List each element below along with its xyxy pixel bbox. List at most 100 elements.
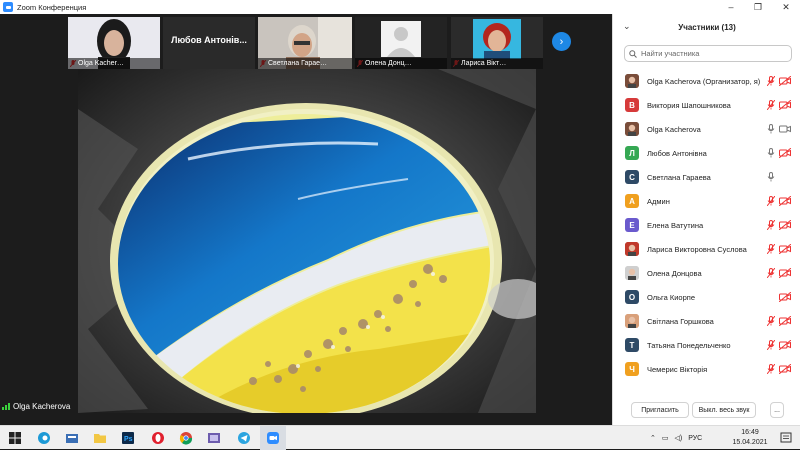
mic-icon[interactable] (767, 172, 775, 182)
participant-avatar (625, 266, 639, 280)
mic-muted-icon[interactable] (767, 196, 775, 206)
thumbnail-name: Olga Kacher… (68, 58, 160, 69)
participant-avatar (625, 242, 639, 256)
participant-row[interactable]: Л Любов Антонівна (613, 141, 800, 165)
video-off-icon[interactable] (779, 148, 791, 158)
video-off-icon[interactable] (779, 196, 791, 206)
mic-muted-icon[interactable] (767, 340, 775, 350)
video-off-icon[interactable] (779, 340, 791, 350)
participant-row[interactable]: В Виктория Шапошникова (613, 93, 800, 117)
next-page-button[interactable]: › (552, 32, 571, 51)
video-off-icon[interactable] (779, 364, 791, 374)
thumbnail-name: Светлана Гарае… (258, 58, 352, 69)
volume-icon[interactable]: ◁) (675, 434, 683, 442)
main-video (78, 69, 536, 413)
edge-icon[interactable] (36, 430, 52, 446)
mic-icon[interactable] (767, 124, 775, 134)
video-area: Olga Kacher… Любов Антонів... Светлана Г… (0, 14, 612, 425)
network-icon[interactable]: ▭ (662, 434, 669, 442)
participant-name: Татьяна Понедельченко (647, 340, 731, 350)
zoom-taskbar-icon[interactable] (265, 430, 281, 446)
participant-name: Лариса Викторовна Суслова (647, 244, 747, 254)
svg-text:Ps: Ps (124, 436, 133, 443)
participant-row[interactable]: Е Елена Ватутина (613, 213, 800, 237)
minimize-button[interactable]: – (718, 0, 744, 14)
invite-button[interactable]: Пригласить (631, 402, 689, 418)
video-off-icon[interactable] (779, 292, 791, 302)
participant-row[interactable]: Олена Донцова (613, 261, 800, 285)
windows-start-icon[interactable] (7, 430, 23, 446)
thumbnail-name: Любов Антонів... (171, 35, 247, 45)
participant-row[interactable]: А Админ (613, 189, 800, 213)
thumbnail-name: Олена Донц… (355, 58, 447, 69)
participant-name: Olga Kacherova (647, 124, 701, 134)
mic-muted-icon[interactable] (767, 76, 775, 86)
thumbnail-tile[interactable]: Лариса Вікт… (451, 17, 543, 69)
participant-row[interactable]: С Светлана Гараева (613, 165, 800, 189)
system-tray: ⌃ ▭ ◁) РУС (650, 426, 702, 450)
tray-chevron-icon[interactable]: ⌃ (650, 434, 656, 442)
taskbar-clock[interactable]: 16:49 15.04.2021 (730, 428, 770, 448)
notifications-icon[interactable] (778, 430, 794, 446)
keyboard-language[interactable]: РУС (688, 435, 702, 442)
photoshop-icon[interactable]: Ps (120, 430, 136, 446)
video-off-icon[interactable] (779, 244, 791, 254)
thumbnail-tile[interactable]: Олена Донц… (355, 17, 447, 69)
thumbnail-tile[interactable]: Любов Антонів... (163, 17, 255, 69)
restore-button[interactable]: ❐ (745, 0, 771, 14)
video-off-icon[interactable] (779, 268, 791, 278)
mic-muted-icon[interactable] (767, 244, 775, 254)
participant-avatar: Ч (625, 362, 639, 376)
telegram-icon[interactable] (236, 430, 252, 446)
avatar-initial: Л (629, 148, 635, 158)
mute-all-button[interactable]: Выкл. весь звук (692, 402, 756, 418)
window-title: Zoom Конференция (17, 2, 87, 12)
participant-row[interactable]: Т Татьяна Понедельченко (613, 333, 800, 357)
participant-name: Любов Антонівна (647, 148, 707, 158)
mic-muted-icon[interactable] (767, 316, 775, 326)
participant-name: Админ (647, 196, 670, 206)
participant-name: Olga Kacherova (Организатор, я) (647, 76, 761, 86)
thumbnail-tile[interactable]: Olga Kacher… (68, 17, 160, 69)
opera-icon[interactable] (150, 430, 166, 446)
video-off-icon[interactable] (779, 316, 791, 326)
close-button[interactable]: ✕ (773, 0, 799, 14)
panel-title: Участники (13) (678, 22, 736, 32)
task-view-icon[interactable] (64, 430, 80, 446)
participant-row[interactable]: Olga Kacherova (613, 117, 800, 141)
participant-row[interactable]: Olga Kacherova (Организатор, я) (613, 69, 800, 93)
video-off-icon[interactable] (779, 100, 791, 110)
clock-date: 15.04.2021 (732, 439, 768, 446)
participant-row[interactable]: Лариса Викторовна Суслова (613, 237, 800, 261)
participant-name: Світлана Горшкова (647, 316, 714, 326)
more-options-button[interactable]: ... (770, 402, 784, 418)
participant-avatar: Л (625, 146, 639, 160)
mic-icon[interactable] (767, 148, 775, 158)
windows-taskbar: Ps ⌃ ▭ ◁) РУС 16:49 15.04.2021 (0, 425, 800, 450)
participant-name: Чемерис Вікторія (647, 364, 708, 374)
participant-row[interactable]: О Ольга Киорпе (613, 285, 800, 309)
video-off-icon[interactable] (779, 76, 791, 86)
video-icon[interactable] (779, 124, 791, 134)
chrome-icon[interactable] (178, 430, 194, 446)
participant-row[interactable]: Світлана Горшкова (613, 309, 800, 333)
participants-panel: ⌄ Участники (13) Olga Kacherova (Организ… (612, 14, 800, 425)
participant-name: Виктория Шапошникова (647, 100, 731, 110)
title-bar: Zoom Конференция – ❐ ✕ (0, 0, 800, 14)
participant-avatar: В (625, 98, 639, 112)
video-off-icon[interactable] (779, 220, 791, 230)
file-explorer-icon[interactable] (92, 430, 108, 446)
mic-muted-icon[interactable] (767, 100, 775, 110)
mic-muted-icon[interactable] (767, 220, 775, 230)
avatar-initial: С (629, 172, 635, 182)
thumbnail-tile[interactable]: Светлана Гарае… (258, 17, 352, 69)
search-input[interactable] (641, 49, 781, 58)
media-player-icon[interactable] (206, 430, 222, 446)
mic-muted-icon[interactable] (767, 268, 775, 278)
zoom-app-icon (3, 2, 13, 12)
participant-list: Olga Kacherova (Организатор, я) В Виктор… (613, 69, 800, 381)
participant-search[interactable] (624, 45, 792, 62)
mic-muted-icon[interactable] (767, 364, 775, 374)
participant-avatar: Т (625, 338, 639, 352)
participant-row[interactable]: Ч Чемерис Вікторія (613, 357, 800, 381)
